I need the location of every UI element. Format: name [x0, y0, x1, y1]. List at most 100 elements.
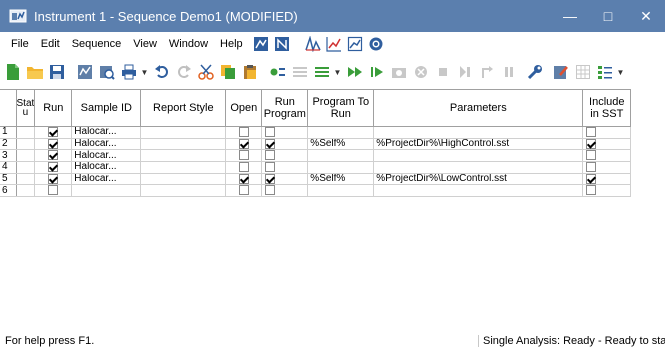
program-to-run-cell[interactable]: %Self%: [307, 137, 375, 151]
program-to-run-cell[interactable]: [307, 126, 375, 139]
open-folder-icon[interactable]: [25, 62, 44, 82]
program-to-run-cell[interactable]: [307, 149, 375, 162]
report-style-cell[interactable]: [140, 137, 227, 151]
menu-window[interactable]: Window: [163, 32, 214, 56]
sample-id-cell[interactable]: Halocar...: [71, 126, 142, 139]
run-checkbox[interactable]: [48, 185, 59, 196]
include-sst-cell[interactable]: [582, 126, 632, 139]
sample-id-cell[interactable]: Halocar...: [71, 172, 142, 186]
run-cell[interactable]: [34, 184, 73, 197]
fill-down-icon[interactable]: [312, 62, 331, 82]
maximize-button[interactable]: □: [589, 0, 627, 32]
sample-id-cell[interactable]: Halocar...: [71, 149, 142, 162]
minimize-button[interactable]: —: [551, 0, 589, 32]
menu-help[interactable]: Help: [214, 32, 249, 56]
undo-icon[interactable]: [152, 62, 171, 82]
row-number[interactable]: 5: [0, 172, 17, 186]
peak-analysis-icon[interactable]: [304, 36, 322, 52]
open-cell[interactable]: [225, 149, 263, 162]
include-sst-cell[interactable]: [582, 184, 632, 197]
row-number[interactable]: 2: [0, 137, 17, 151]
include-sst-checkbox[interactable]: [586, 162, 597, 172]
include-sst-checkbox[interactable]: [586, 139, 597, 149]
parameters-cell[interactable]: [373, 149, 584, 162]
wrench-icon[interactable]: [525, 62, 544, 82]
report-chart-icon[interactable]: [346, 36, 364, 52]
run-cell[interactable]: [34, 160, 73, 174]
include-sst-checkbox[interactable]: [586, 185, 597, 196]
run-program-cell[interactable]: [261, 172, 309, 186]
run-checkbox[interactable]: [48, 162, 59, 172]
print-dropdown-icon[interactable]: ▼: [141, 62, 149, 82]
run-program-checkbox[interactable]: [265, 162, 276, 172]
open-checkbox[interactable]: [238, 139, 249, 149]
fast-forward-icon[interactable]: [345, 62, 364, 82]
new-document-icon[interactable]: [3, 62, 22, 82]
row-number[interactable]: 1: [0, 126, 17, 139]
report-style-cell[interactable]: [140, 126, 227, 139]
parameters-cell[interactable]: %ProjectDir%\HighControl.sst: [373, 137, 584, 151]
run-column-header[interactable]: Run: [34, 89, 73, 127]
open-checkbox[interactable]: [238, 150, 249, 161]
run-cell[interactable]: [34, 126, 73, 139]
include-sst-cell[interactable]: [582, 172, 632, 186]
batch-icon[interactable]: [75, 62, 94, 82]
table-row[interactable]: 6: [0, 184, 632, 197]
report-style-column-header[interactable]: Report Style: [140, 89, 227, 127]
open-cell[interactable]: [225, 184, 263, 197]
report-style-cell[interactable]: [140, 160, 227, 174]
parameters-cell[interactable]: [373, 126, 584, 139]
run-cell[interactable]: [34, 172, 73, 186]
edit-properties-icon[interactable]: [551, 62, 570, 82]
row-number[interactable]: 3: [0, 149, 17, 162]
open-checkbox[interactable]: [238, 185, 249, 196]
circle-target-icon[interactable]: [367, 36, 385, 52]
table-row[interactable]: 2 Halocar... %Self% %ProjectDir%\HighContro…: [0, 137, 632, 151]
parameters-cell[interactable]: %ProjectDir%\LowControl.sst: [373, 172, 584, 186]
instrument-view-icon[interactable]: [273, 36, 291, 52]
print-preview-icon[interactable]: [97, 62, 116, 82]
sample-id-cell[interactable]: Halocar...: [71, 160, 142, 174]
include-sst-cell[interactable]: [582, 137, 632, 151]
open-cell[interactable]: [225, 137, 263, 151]
print-icon[interactable]: [119, 62, 138, 82]
menu-edit[interactable]: Edit: [35, 32, 66, 56]
status-column-header[interactable]: Stat u: [15, 89, 36, 127]
trend-chart-icon[interactable]: [325, 36, 343, 52]
run-checkbox[interactable]: [48, 150, 59, 161]
list-numbered-icon[interactable]: [595, 62, 614, 82]
include-sst-column-header[interactable]: Include in SST: [582, 89, 632, 127]
report-style-cell[interactable]: [140, 184, 227, 197]
menu-view[interactable]: View: [127, 32, 163, 56]
run-program-cell[interactable]: [261, 160, 309, 174]
sample-id-cell[interactable]: [71, 184, 142, 197]
list-dropdown-icon[interactable]: ▼: [617, 62, 625, 82]
run-cell[interactable]: [34, 149, 73, 162]
run-program-cell[interactable]: [261, 149, 309, 162]
sample-id-cell[interactable]: Halocar...: [71, 137, 142, 151]
chart-view-icon[interactable]: [252, 36, 270, 52]
run-checkbox[interactable]: [48, 127, 59, 137]
run-program-cell[interactable]: [261, 184, 309, 197]
save-icon[interactable]: [47, 62, 66, 82]
program-to-run-cell[interactable]: [307, 184, 375, 197]
program-to-run-cell[interactable]: [307, 160, 375, 174]
open-checkbox[interactable]: [238, 174, 249, 184]
paste-icon[interactable]: [240, 62, 259, 82]
table-row[interactable]: 5 Halocar... %Self% %ProjectDir%\LowControl…: [0, 172, 632, 186]
fill-dropdown-icon[interactable]: ▼: [334, 62, 342, 82]
run-program-checkbox[interactable]: [265, 150, 276, 161]
open-column-header[interactable]: Open: [225, 89, 263, 127]
include-sst-checkbox[interactable]: [586, 174, 597, 184]
open-checkbox[interactable]: [238, 162, 249, 172]
program-to-run-column-header[interactable]: Program To Run: [307, 89, 375, 127]
cut-icon[interactable]: [196, 62, 215, 82]
parameters-column-header[interactable]: Parameters: [373, 89, 584, 127]
menu-file[interactable]: File: [5, 32, 35, 56]
table-row[interactable]: 1 Halocar...: [0, 126, 632, 139]
row-number[interactable]: 6: [0, 184, 17, 197]
row-number[interactable]: 4: [0, 160, 17, 174]
run-program-checkbox[interactable]: [265, 127, 276, 137]
include-sst-cell[interactable]: [582, 149, 632, 162]
close-button[interactable]: ✕: [627, 0, 665, 32]
